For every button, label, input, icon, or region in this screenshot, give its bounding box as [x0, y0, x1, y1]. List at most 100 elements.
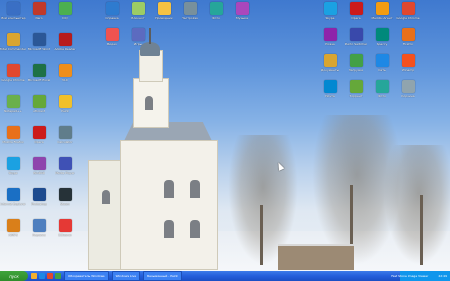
- flower-icon: [58, 2, 72, 15]
- system-tray: Fast Stone Image Viewer 22:49: [391, 271, 450, 281]
- excel-icon: [32, 64, 46, 77]
- chrome-icon: [401, 2, 415, 15]
- firefox-icon: [401, 28, 415, 41]
- desktop-shortcut[interactable]: Paint: [45, 95, 85, 113]
- keyboard-icon: [349, 28, 363, 41]
- taskbar-button[interactable]: Windows Live: [111, 271, 141, 281]
- desktop[interactable]: Мой компьютер Total Commander Google Chrom…: [0, 0, 450, 271]
- quick-launch-chrome-icon[interactable]: [47, 273, 53, 279]
- mail-icon: [323, 80, 337, 93]
- desktop-shortcut-label: Справка: [105, 16, 119, 20]
- help-icon: [105, 2, 119, 15]
- wallpaper-window: [164, 220, 174, 238]
- opera-icon: [349, 2, 363, 15]
- gear-icon: [183, 2, 197, 15]
- desktop-shortcut-label: Steam: [60, 202, 70, 206]
- wallpaper-building: [278, 244, 354, 270]
- desktop-shortcut[interactable]: Calculator: [45, 126, 85, 144]
- desktop-shortcut[interactable]: VLC: [45, 64, 85, 82]
- desktop-shortcut-label: Skype: [8, 171, 18, 175]
- firefox-icon: [6, 126, 20, 139]
- taskbar-button[interactable]: Безымянный - Paint: [143, 271, 182, 281]
- desktop-shortcut-label: Фото: [377, 94, 386, 98]
- photoshop-icon: [32, 188, 46, 201]
- desktop-shortcut-label: Почта: [325, 94, 335, 98]
- folder-icon: [323, 54, 337, 67]
- desktop-shortcut-label: Calculator: [57, 140, 73, 144]
- wallpaper-window: [190, 180, 200, 198]
- desktop-shortcut[interactable]: Adobe Reader: [45, 33, 85, 51]
- wallpaper-trunk: [420, 195, 423, 265]
- desktop-shortcut-label: Видео: [107, 42, 117, 46]
- recycle-bin-icon: [32, 219, 46, 232]
- music-icon: [235, 2, 249, 15]
- desktop-shortcut-label: Сеть: [378, 68, 386, 72]
- explorer-icon: [157, 2, 171, 15]
- taskbar-button[interactable]: Обозреватель Windows: [64, 271, 109, 281]
- folder-icon: [6, 33, 20, 46]
- clock[interactable]: 22:49: [438, 274, 447, 278]
- desktop-shortcut-label: AIMP3: [8, 233, 18, 237]
- disc-icon: [32, 2, 46, 15]
- desktop-shortcut[interactable]: CCleaner: [45, 219, 85, 237]
- desktop-shortcut-label: Skype: [325, 16, 335, 20]
- skype-icon: [323, 2, 337, 15]
- download-icon: [349, 54, 363, 67]
- tray-app-label[interactable]: Fast Stone Image Viewer: [391, 272, 428, 280]
- audio-icon: [6, 219, 20, 232]
- desktop-shortcut-label: Игры: [133, 42, 143, 46]
- quick-launch: [31, 273, 61, 279]
- wallpaper-window: [164, 180, 174, 198]
- wallpaper-tree: [384, 145, 450, 265]
- torrent-icon: [349, 80, 363, 93]
- desktop-shortcut-label: WinRAR: [33, 171, 45, 175]
- desktop-shortcut[interactable]: Google Chrome: [388, 2, 428, 20]
- photo-icon: [323, 28, 337, 41]
- image-icon: [375, 80, 389, 93]
- skype-icon: [6, 157, 20, 170]
- desktop-shortcut[interactable]: Winamp: [388, 54, 428, 72]
- cleaner-icon: [58, 219, 72, 232]
- desktop-shortcut-label: Opera: [351, 16, 361, 20]
- start-button[interactable]: пуск: [0, 271, 28, 281]
- desktop-shortcut-label: Winamp: [401, 68, 415, 72]
- desktop-shortcut[interactable]: Media Player: [45, 157, 85, 175]
- desktop-shortcut[interactable]: Игры: [118, 28, 158, 46]
- opera-icon: [32, 126, 46, 139]
- desktop-shortcut-label: CCleaner: [58, 233, 72, 237]
- wallpaper-trunk: [260, 205, 263, 265]
- taskbar: пуск Обозреватель Windows Windows Live Без…: [0, 271, 450, 281]
- taskbar-tasks: Обозреватель Windows Windows Live Безымянн…: [61, 271, 182, 281]
- desktop-shortcut[interactable]: Steam: [45, 188, 85, 206]
- desktop-shortcut[interactable]: Firefox: [388, 28, 428, 46]
- network-icon: [375, 54, 389, 67]
- wallpaper-window: [145, 96, 153, 110]
- wallpaper-window: [102, 190, 110, 204]
- media-icon: [58, 157, 72, 170]
- quick-launch-folder-icon[interactable]: [31, 273, 37, 279]
- desktop-shortcut-label: uTorrent: [32, 109, 46, 113]
- chrome-icon: [6, 64, 20, 77]
- desktop-shortcut[interactable]: ICQ: [45, 2, 85, 20]
- pdf-icon: [58, 33, 72, 46]
- desktop-shortcut-label: Блокнот: [131, 16, 145, 20]
- mail-icon: [375, 2, 389, 15]
- calculator-icon: [58, 126, 72, 139]
- game-icon: [58, 188, 72, 201]
- desktop-shortcut-label: Фото: [211, 16, 220, 20]
- info-icon: [375, 28, 389, 41]
- audio-icon: [401, 54, 415, 67]
- torrent-icon: [32, 95, 46, 108]
- desktop-shortcut-label: Paint: [61, 109, 69, 113]
- paint-icon: [58, 95, 72, 108]
- desktop-shortcut-label: Корзина: [32, 233, 46, 237]
- desktop-shortcut-label: Media Player: [55, 171, 75, 175]
- quick-launch-ie-icon[interactable]: [39, 273, 45, 279]
- desktop-shortcut-label: Музыка: [236, 16, 248, 20]
- desktop-shortcut[interactable]: Музыка: [222, 2, 262, 20]
- computer-icon: [6, 2, 20, 15]
- ie-icon: [6, 188, 20, 201]
- desktop-shortcut[interactable]: Корзина: [388, 80, 428, 98]
- desktop-shortcut-label: Picasa: [325, 42, 335, 46]
- notepad-icon: [131, 2, 145, 15]
